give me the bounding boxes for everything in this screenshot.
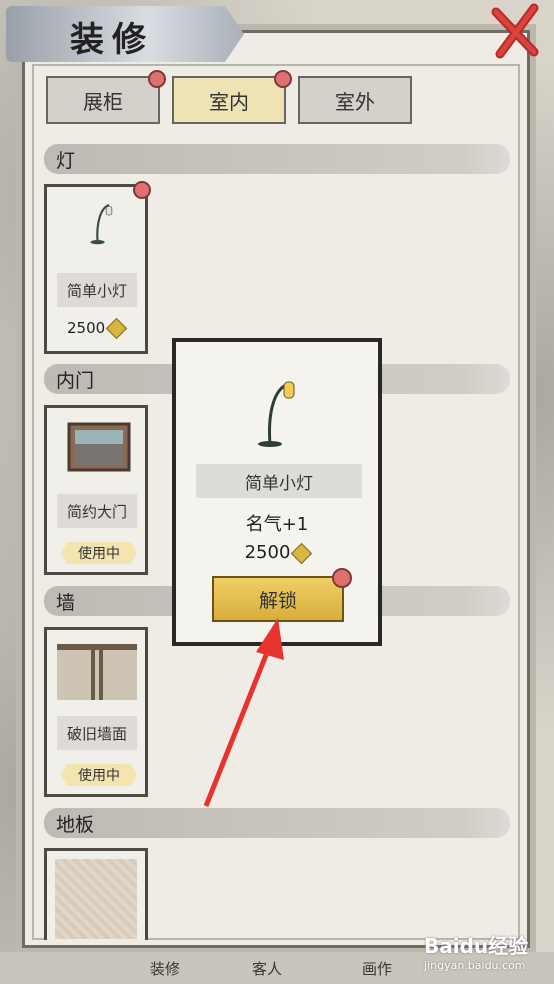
notification-dot [332,568,352,588]
section-title: 墙 [56,592,76,614]
watermark-url: jingyan.baidu.com [424,959,526,972]
section-header-floor: 地板 [44,808,510,838]
tab-label: 展柜 [83,89,123,114]
in-use-badge: 使用中 [61,542,137,564]
item-label: 简单小灯 [57,273,137,307]
notification-dot [148,70,166,88]
item-detail-popup: 简单小灯 名气+1 2500 解锁 [172,338,382,646]
door-image [67,422,131,472]
item-card-lamp[interactable]: 简单小灯 2500 [44,181,151,354]
lamp-icon [90,203,113,245]
section-title: 灯 [56,150,76,172]
item-card-floor[interactable] [44,848,148,940]
item-label: 简约大门 [57,494,137,528]
section-title: 内门 [56,370,95,392]
baidu-watermark: Baidu经验 jingyan.baidu.com [424,930,550,972]
popup-effect: 名气+1 [245,514,309,535]
tab-showcase[interactable]: 展柜 [46,70,166,124]
tab-indoor[interactable]: 室内 [172,70,292,124]
unlock-button[interactable]: 解锁 [212,568,352,622]
popup-item-name: 简单小灯 [196,464,362,498]
wall-image [57,644,137,700]
floor-image [55,859,137,939]
item-label: 破旧墙面 [57,716,137,750]
category-tabs: 展柜 室内 室外 [46,70,412,124]
item-card-door[interactable]: 简约大门 使用中 [44,405,148,575]
watermark-brand: Baidu经验 [424,934,529,958]
tab-label: 室外 [335,89,375,114]
tab-outdoor[interactable]: 室外 [298,76,412,124]
bottom-nav-guests[interactable]: 客人 [252,958,282,979]
notification-dot [133,181,151,199]
page-title: 装修 [70,20,154,60]
in-use-badge: 使用中 [61,764,137,786]
coin-icon [106,317,128,340]
lamp-icon [258,381,295,447]
tab-label: 室内 [209,89,249,114]
bottom-nav-paintings[interactable]: 画作 [362,958,392,979]
popup-cost: 2500 [176,542,378,564]
bottom-nav-decorate[interactable]: 装修 [150,958,180,979]
coin-icon [291,542,313,564]
section-title: 地板 [56,814,95,836]
item-price: 2500 [67,317,128,340]
item-card-wall[interactable]: 破旧墙面 使用中 [44,627,148,797]
close-icon[interactable] [490,2,544,60]
section-header-lamp: 灯 [44,144,510,174]
notification-dot [274,70,292,88]
